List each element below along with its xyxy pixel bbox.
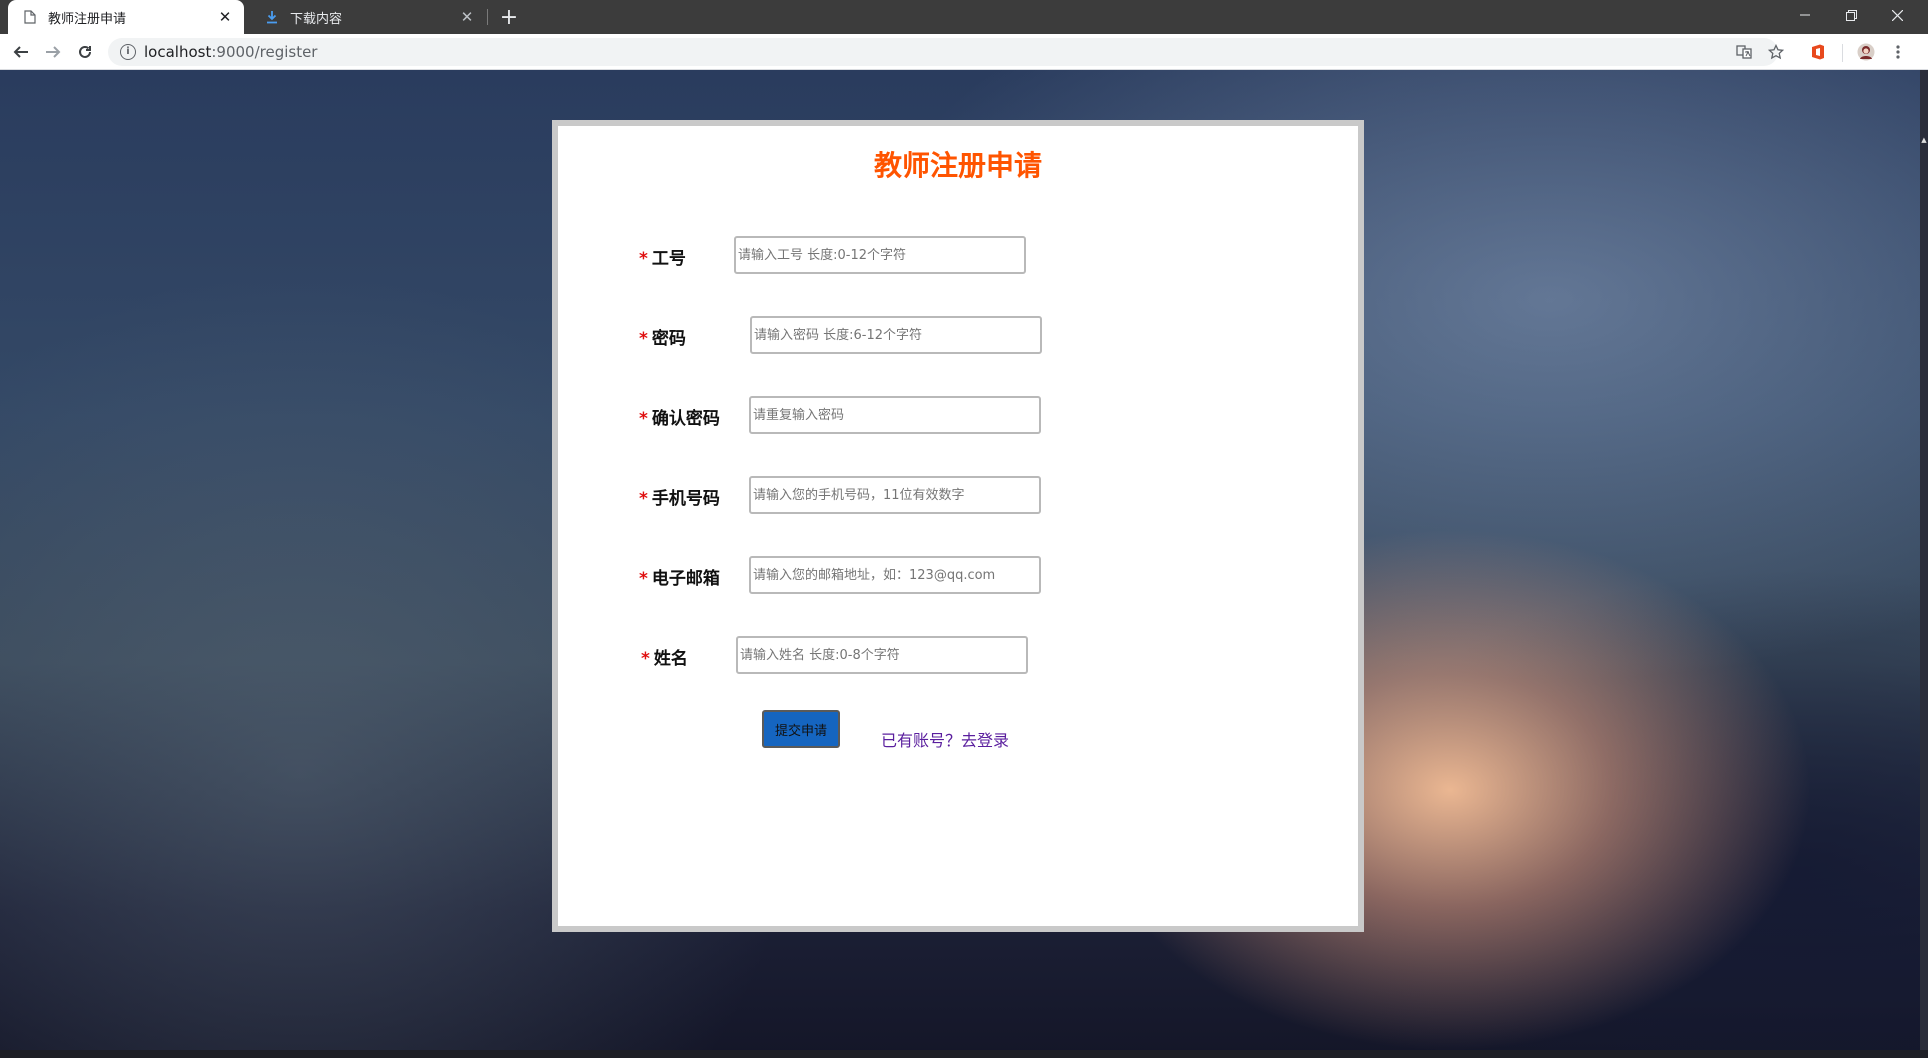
phone-input[interactable] bbox=[749, 476, 1041, 514]
scroll-up-icon[interactable]: ▲ bbox=[1920, 136, 1928, 146]
browser-tab-bar: 教师注册申请 ✕ 下载内容 ✕ + bbox=[0, 0, 1928, 34]
name-input[interactable] bbox=[736, 636, 1028, 674]
field-label-text: 手机号码 bbox=[651, 489, 720, 509]
restore-icon[interactable] bbox=[1828, 0, 1874, 30]
forward-icon[interactable] bbox=[40, 39, 66, 65]
field-label-text: 确认密码 bbox=[651, 409, 720, 429]
required-mark: * bbox=[639, 489, 648, 509]
required-mark: * bbox=[639, 249, 648, 269]
field-row-password: * 密码 bbox=[558, 316, 1358, 356]
address-bar[interactable]: i localhost:9000/register bbox=[108, 38, 1778, 66]
field-label: * 确认密码 bbox=[639, 404, 720, 429]
email-input[interactable] bbox=[749, 556, 1041, 594]
tab-register[interactable]: 教师注册申请 ✕ bbox=[8, 0, 244, 34]
field-label-text: 工号 bbox=[651, 249, 686, 269]
url-path: :9000/register bbox=[211, 43, 318, 61]
required-mark: * bbox=[639, 409, 648, 429]
menu-icon[interactable] bbox=[1888, 42, 1908, 62]
reload-icon[interactable] bbox=[72, 39, 98, 65]
field-label-text: 密码 bbox=[651, 329, 686, 349]
tab-downloads[interactable]: 下载内容 ✕ bbox=[250, 0, 486, 34]
field-label: * 密码 bbox=[639, 324, 686, 349]
bookmark-star-icon[interactable] bbox=[1766, 42, 1786, 62]
field-row-confirm-password: * 确认密码 bbox=[558, 396, 1358, 436]
required-mark: * bbox=[639, 569, 648, 589]
office-extension-icon[interactable] bbox=[1808, 42, 1828, 62]
submit-button[interactable]: 提交申请 bbox=[762, 710, 840, 748]
tab-title: 教师注册申请 bbox=[48, 11, 127, 27]
back-icon[interactable] bbox=[8, 39, 34, 65]
browser-toolbar: i localhost:9000/register bbox=[0, 34, 1928, 70]
close-tab-icon[interactable]: ✕ bbox=[216, 8, 234, 26]
taskbar-strip bbox=[0, 1050, 1928, 1058]
required-mark: * bbox=[641, 649, 650, 669]
toolbar-separator bbox=[1842, 44, 1843, 62]
field-label-text: 姓名 bbox=[653, 649, 688, 669]
required-mark: * bbox=[639, 329, 648, 349]
confirm-password-input[interactable] bbox=[749, 396, 1041, 434]
field-row-employee-id: * 工号 bbox=[558, 236, 1358, 276]
field-label: * 姓名 bbox=[641, 644, 688, 669]
field-label: * 工号 bbox=[639, 244, 686, 269]
profile-avatar[interactable] bbox=[1856, 42, 1876, 62]
minimize-icon[interactable] bbox=[1782, 0, 1828, 30]
tab-separator bbox=[487, 9, 488, 25]
field-row-phone: * 手机号码 bbox=[558, 476, 1358, 516]
info-icon[interactable]: i bbox=[120, 44, 136, 60]
employee-id-input[interactable] bbox=[734, 236, 1026, 274]
url-host: localhost bbox=[144, 43, 212, 61]
new-tab-icon[interactable]: + bbox=[496, 4, 522, 30]
page-background: 教师注册申请 *工号 *密码 *确认密码 *手机号码 *电子邮箱 bbox=[0, 70, 1920, 1058]
form-title: 教师注册申请 bbox=[873, 149, 1042, 182]
download-icon bbox=[264, 9, 280, 25]
document-icon bbox=[22, 9, 38, 25]
field-label-text: 电子邮箱 bbox=[651, 569, 720, 589]
field-row-name: * 姓名 bbox=[558, 636, 1358, 676]
field-label: * 电子邮箱 bbox=[639, 564, 720, 589]
register-form: 教师注册申请 *工号 *密码 *确认密码 *手机号码 *电子邮箱 bbox=[558, 126, 1358, 926]
translate-icon[interactable] bbox=[1734, 42, 1754, 62]
page-scrollbar[interactable]: ▲ bbox=[1920, 70, 1928, 1058]
field-label: * 手机号码 bbox=[639, 484, 720, 509]
field-row-email: * 电子邮箱 bbox=[558, 556, 1358, 596]
password-input[interactable] bbox=[750, 316, 1042, 354]
close-window-icon[interactable] bbox=[1874, 0, 1920, 30]
register-panel: 教师注册申请 *工号 *密码 *确认密码 *手机号码 *电子邮箱 bbox=[552, 120, 1364, 932]
login-link[interactable]: 已有账号？去登录 bbox=[881, 727, 1009, 751]
close-tab-icon[interactable]: ✕ bbox=[458, 8, 476, 26]
tab-title: 下载内容 bbox=[290, 11, 343, 27]
